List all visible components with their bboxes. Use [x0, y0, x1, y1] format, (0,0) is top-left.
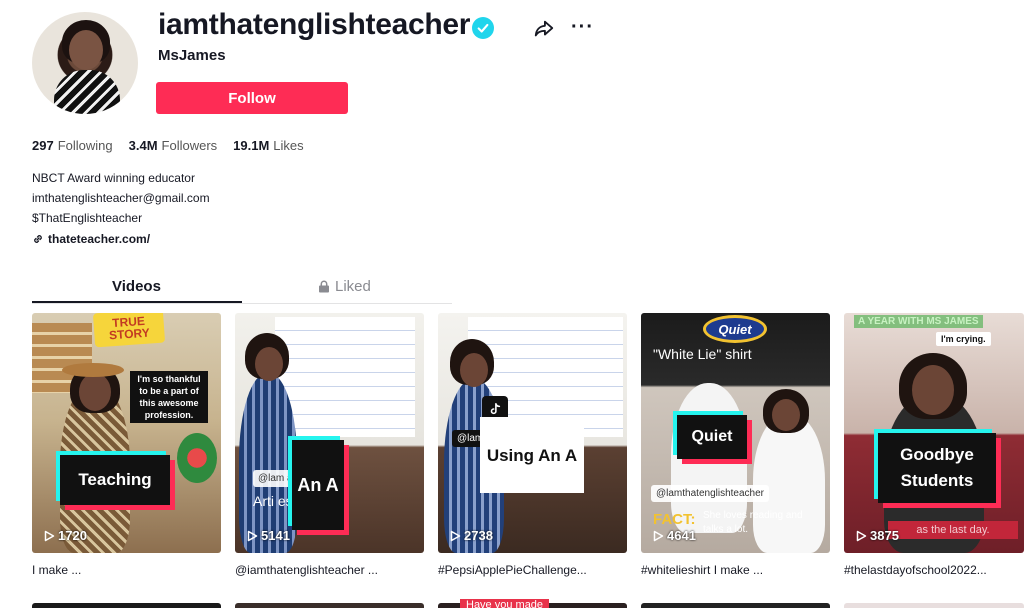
video-view-count: 4641 [667, 528, 696, 543]
video-card[interactable]: @lam Using An A 2738 [438, 313, 627, 553]
followers-label: Followers [161, 138, 218, 153]
caption-bubble: I'm so thankful to be a part of this awe… [130, 371, 208, 423]
play-icon [856, 530, 867, 541]
partial-overlay-text: Have you made [460, 599, 550, 608]
following-stat[interactable]: 297 Following [32, 138, 113, 153]
video-top-banner: A YEAR WITH MS JAMES [854, 315, 983, 328]
video-person-face [912, 365, 954, 415]
video-overlay-title: Teaching [60, 455, 170, 505]
video-view-count: 1720 [58, 528, 87, 543]
profile-stats: 297 Following 3.4M Followers 19.1M Likes [32, 138, 304, 153]
profile-tabs: Videos Liked [32, 272, 452, 304]
fact-text: She loves reading and talks a lot. [703, 510, 803, 535]
video-view-count: 5141 [261, 528, 290, 543]
video-person [239, 373, 297, 553]
video-handle: @lamthatenglishteacher [651, 485, 769, 502]
play-icon [450, 530, 461, 541]
video-card[interactable]: TRUE STORY I'm so thankful to be a part … [32, 313, 221, 553]
video-views: 1720 [44, 528, 87, 543]
likes-stat: 19.1M Likes [233, 138, 304, 153]
sun-hat [62, 363, 124, 377]
quiet-logo: Quiet [703, 315, 767, 343]
profile-link[interactable]: thateteacher.com/ [32, 232, 150, 246]
following-label: Following [57, 138, 113, 153]
lock-icon [319, 280, 329, 293]
share-icon[interactable] [533, 18, 555, 40]
following-count: 297 [32, 138, 54, 153]
whiteboard [275, 317, 415, 437]
video-top-text: "White Lie" shirt [653, 346, 752, 362]
more-options-icon[interactable]: ··· [571, 16, 594, 39]
video-overlay-title: Goodbye Students [878, 433, 996, 503]
likes-label: Likes [273, 138, 304, 153]
play-icon [653, 530, 664, 541]
true-story-sticker: TRUE STORY [92, 313, 166, 348]
video-bottom-text: as the last day. [888, 521, 1018, 539]
link-icon [34, 235, 42, 243]
video-card[interactable]: Quiet "White Lie" shirt Quiet @lamthaten… [641, 313, 830, 553]
play-icon [247, 530, 258, 541]
tab-liked-label: Liked [335, 278, 371, 295]
video-views: 4641 [653, 528, 696, 543]
video-person-face [79, 373, 111, 411]
video-caption[interactable]: I make ... [32, 563, 221, 577]
video-views: 5141 [247, 528, 290, 543]
video-card-partial[interactable] [32, 603, 221, 608]
video-caption[interactable]: #PepsiApplePieChallenge... [438, 563, 627, 577]
video-card-partial[interactable] [844, 603, 1024, 608]
verified-badge-icon [472, 17, 494, 39]
video-caption[interactable]: #thelastdayofschool2022... [844, 563, 1024, 577]
followers-count: 3.4M [128, 138, 158, 153]
profile-nickname: MsJames [158, 47, 226, 64]
video-person-face [772, 399, 800, 431]
video-card[interactable]: @lam acher Arti es - An A 5141 [235, 313, 424, 553]
video-overlay-title: Using An A [480, 417, 584, 493]
video-overlay-title: An A [292, 440, 344, 530]
video-card-partial[interactable] [641, 603, 830, 608]
bio-cashtag: $ThatEnglishteacher [32, 211, 143, 225]
bio-line: NBCT Award winning educator [32, 171, 195, 185]
profile-username: iamthatenglishteacher [158, 8, 471, 41]
profile-avatar[interactable] [32, 12, 138, 114]
tab-liked[interactable]: Liked [318, 278, 371, 295]
video-card-partial[interactable]: Have you made [438, 599, 627, 608]
video-view-count: 2738 [464, 528, 493, 543]
video-caption[interactable]: #whitelieshirt I make ... [641, 563, 830, 577]
video-card-partial[interactable] [235, 603, 424, 608]
video-person-face [460, 353, 488, 387]
followers-stat[interactable]: 3.4M Followers [129, 138, 218, 153]
follow-button[interactable]: Follow [156, 82, 348, 114]
crying-label: I'm crying. [936, 332, 991, 346]
video-view-count: 3875 [870, 528, 899, 543]
video-person-face [255, 347, 283, 381]
video-views: 3875 [856, 528, 899, 543]
video-views: 2738 [450, 528, 493, 543]
fact-label: FACT: [653, 511, 696, 528]
profile-bio: NBCT Award winning educator imthatenglis… [32, 168, 210, 228]
tab-videos[interactable]: Videos [112, 278, 161, 295]
video-caption[interactable]: @iamthatenglishteacher ... [235, 563, 424, 577]
tab-active-underline [32, 301, 242, 303]
likes-count: 19.1M [233, 138, 270, 153]
video-card[interactable]: A YEAR WITH MS JAMES I'm crying. Goodbye… [844, 313, 1024, 553]
flowers-decor [177, 433, 217, 483]
profile-link-text: thateteacher.com/ [48, 232, 151, 246]
play-icon [44, 530, 55, 541]
bio-email: imthatenglishteacher@gmail.com [32, 191, 210, 205]
video-overlay-title: Quiet [677, 415, 747, 459]
avatar-body [54, 70, 120, 114]
video-grid: TRUE STORY I'm so thankful to be a part … [32, 313, 1024, 608]
avatar-face [69, 30, 103, 70]
